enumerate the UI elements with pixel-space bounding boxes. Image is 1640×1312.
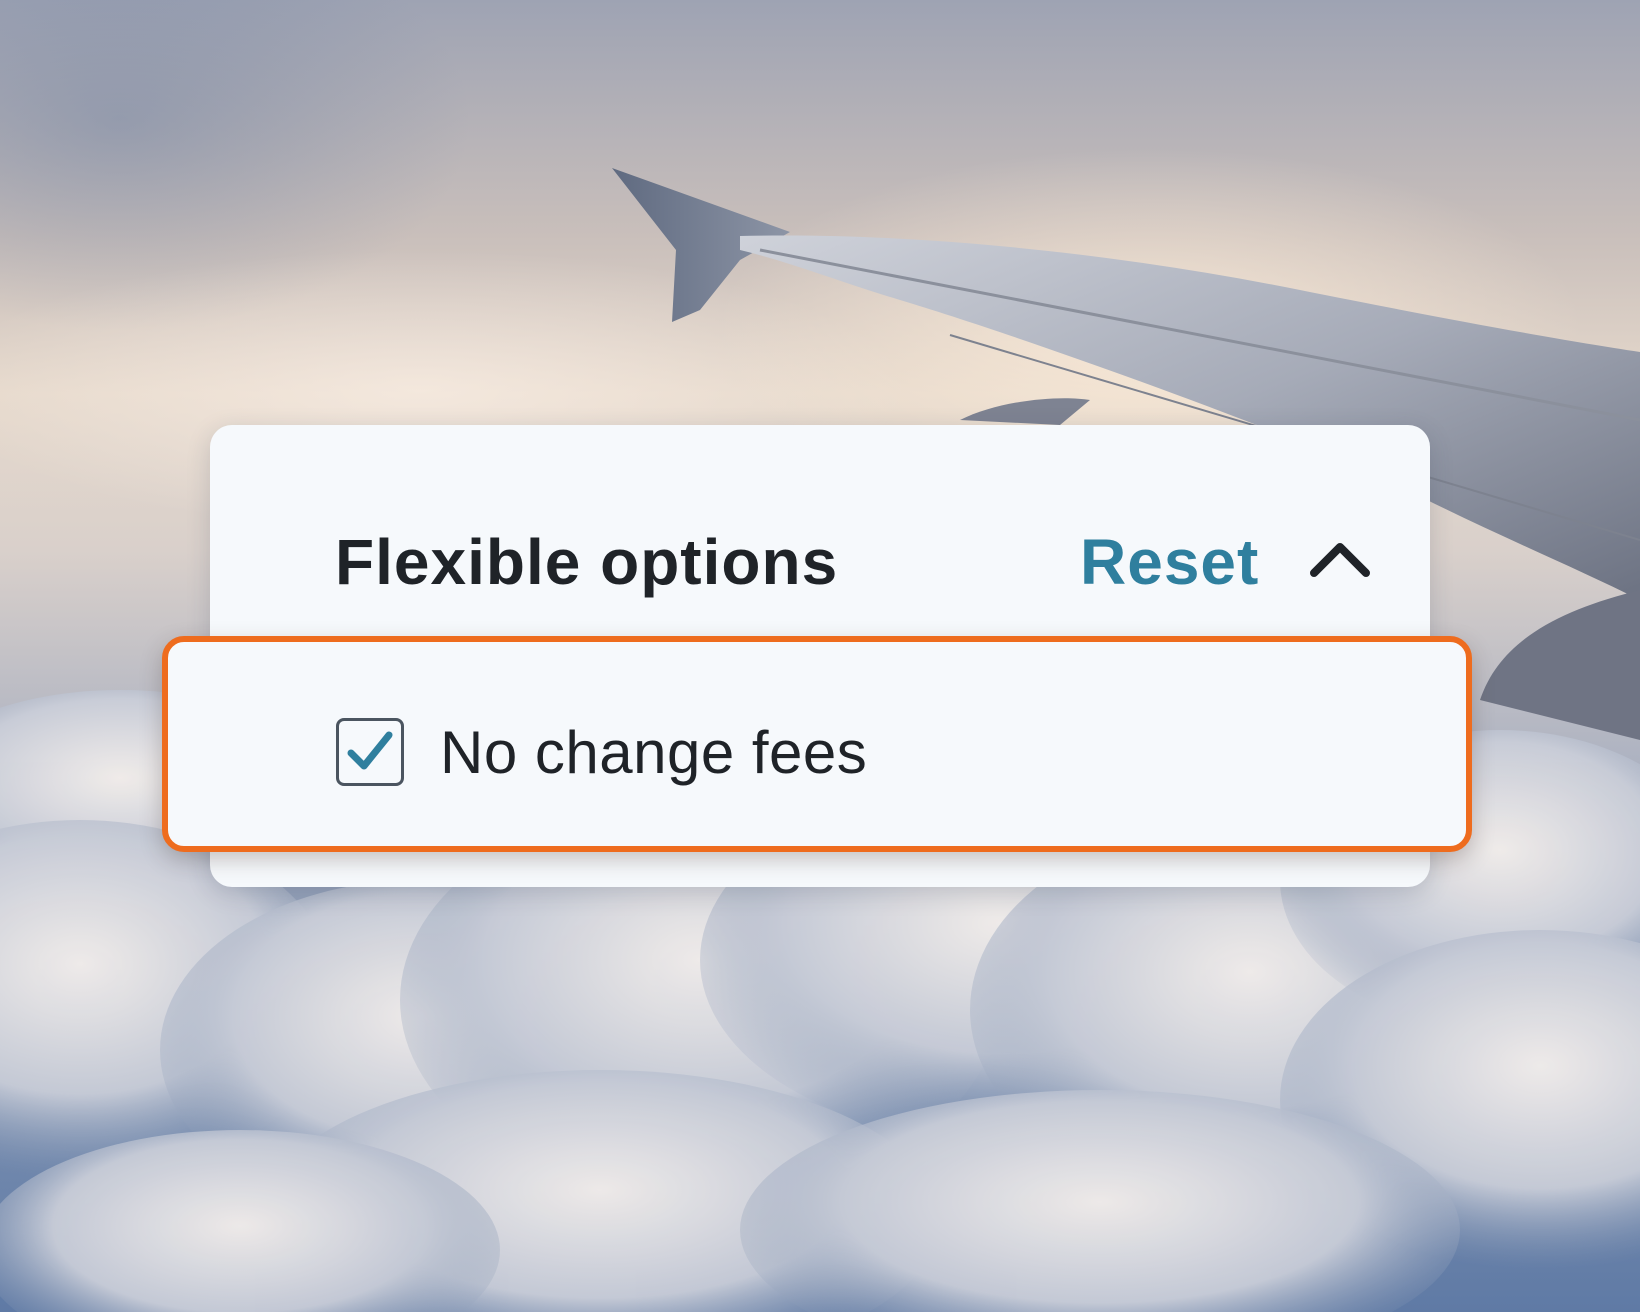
no-change-fees-checkbox[interactable] bbox=[336, 718, 404, 786]
engine-shape bbox=[1480, 590, 1640, 740]
chevron-up-icon bbox=[1310, 543, 1370, 577]
option-no-change-fees[interactable]: No change fees bbox=[336, 712, 867, 792]
screenshot-stage: Flexible options Reset No change fees bbox=[0, 0, 1640, 1312]
check-icon bbox=[347, 731, 393, 770]
highlighted-option-row: No change fees bbox=[162, 636, 1472, 852]
option-label: No change fees bbox=[440, 718, 868, 786]
reset-button[interactable]: Reset bbox=[1080, 525, 1259, 599]
panel-title: Flexible options bbox=[335, 526, 839, 598]
panel-header: Flexible options Reset bbox=[210, 425, 1430, 635]
collapse-button[interactable] bbox=[1300, 525, 1380, 595]
